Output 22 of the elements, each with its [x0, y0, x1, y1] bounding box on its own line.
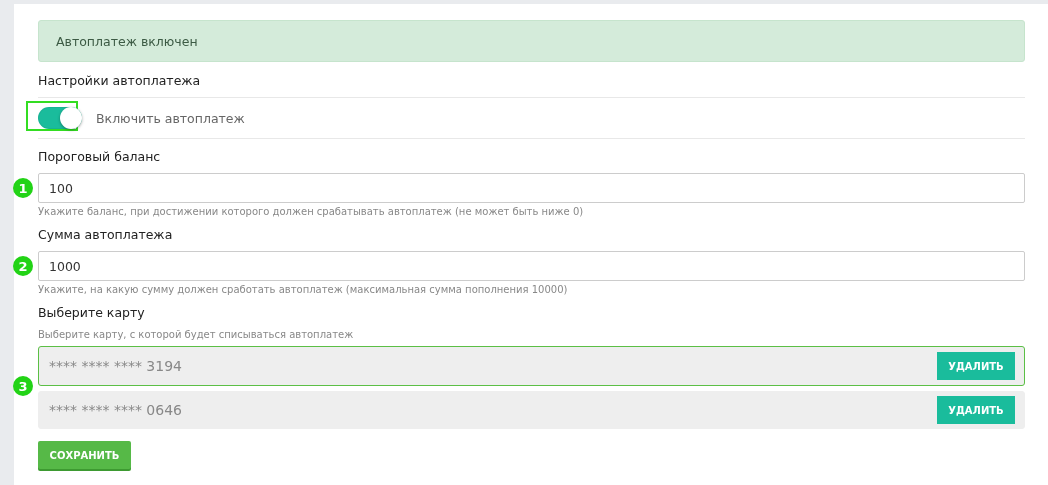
card-number: **** **** **** 0646: [49, 402, 182, 418]
section-title: Настройки автоплатежа: [38, 72, 202, 90]
field-label: Сумма автоплатежа: [38, 226, 174, 244]
step-marker: 3: [13, 376, 33, 396]
field-hint: Укажите, на какую сумму должен сработать автоплатеж (максимальная сумма пополнения 10000): [38, 283, 569, 295]
delete-button[interactable]: УДАЛИТЬ: [937, 396, 1015, 424]
field-label: Выберите карту: [38, 304, 146, 322]
input-field[interactable]: 100: [38, 173, 1025, 203]
delete-button[interactable]: УДАЛИТЬ: [937, 352, 1015, 380]
save-button[interactable]: СОХРАНИТЬ: [38, 441, 131, 469]
card-option[interactable]: **** **** **** 3194 УДАЛИТЬ: [38, 346, 1025, 386]
card-option[interactable]: **** **** **** 0646 УДАЛИТЬ: [38, 391, 1025, 429]
card-number: **** **** **** 3194: [49, 358, 182, 374]
step-marker: 2: [13, 256, 33, 276]
field-hint: Выберите карту, с которой будет списываться автоплатеж: [38, 329, 355, 342]
input-field[interactable]: 1000: [38, 251, 1025, 281]
status-alert: Автоплатеж включен: [38, 20, 1025, 62]
autopay-toggle[interactable]: [38, 107, 82, 129]
field-label: Пороговый баланс: [38, 148, 162, 166]
field-hint: Укажите баланс, при достижении которого должен срабатывать автоплатеж (не может быть ниже 0): [38, 205, 585, 217]
toggle-label: Включить автоплатеж: [96, 110, 245, 126]
step-marker: 1: [13, 178, 33, 198]
